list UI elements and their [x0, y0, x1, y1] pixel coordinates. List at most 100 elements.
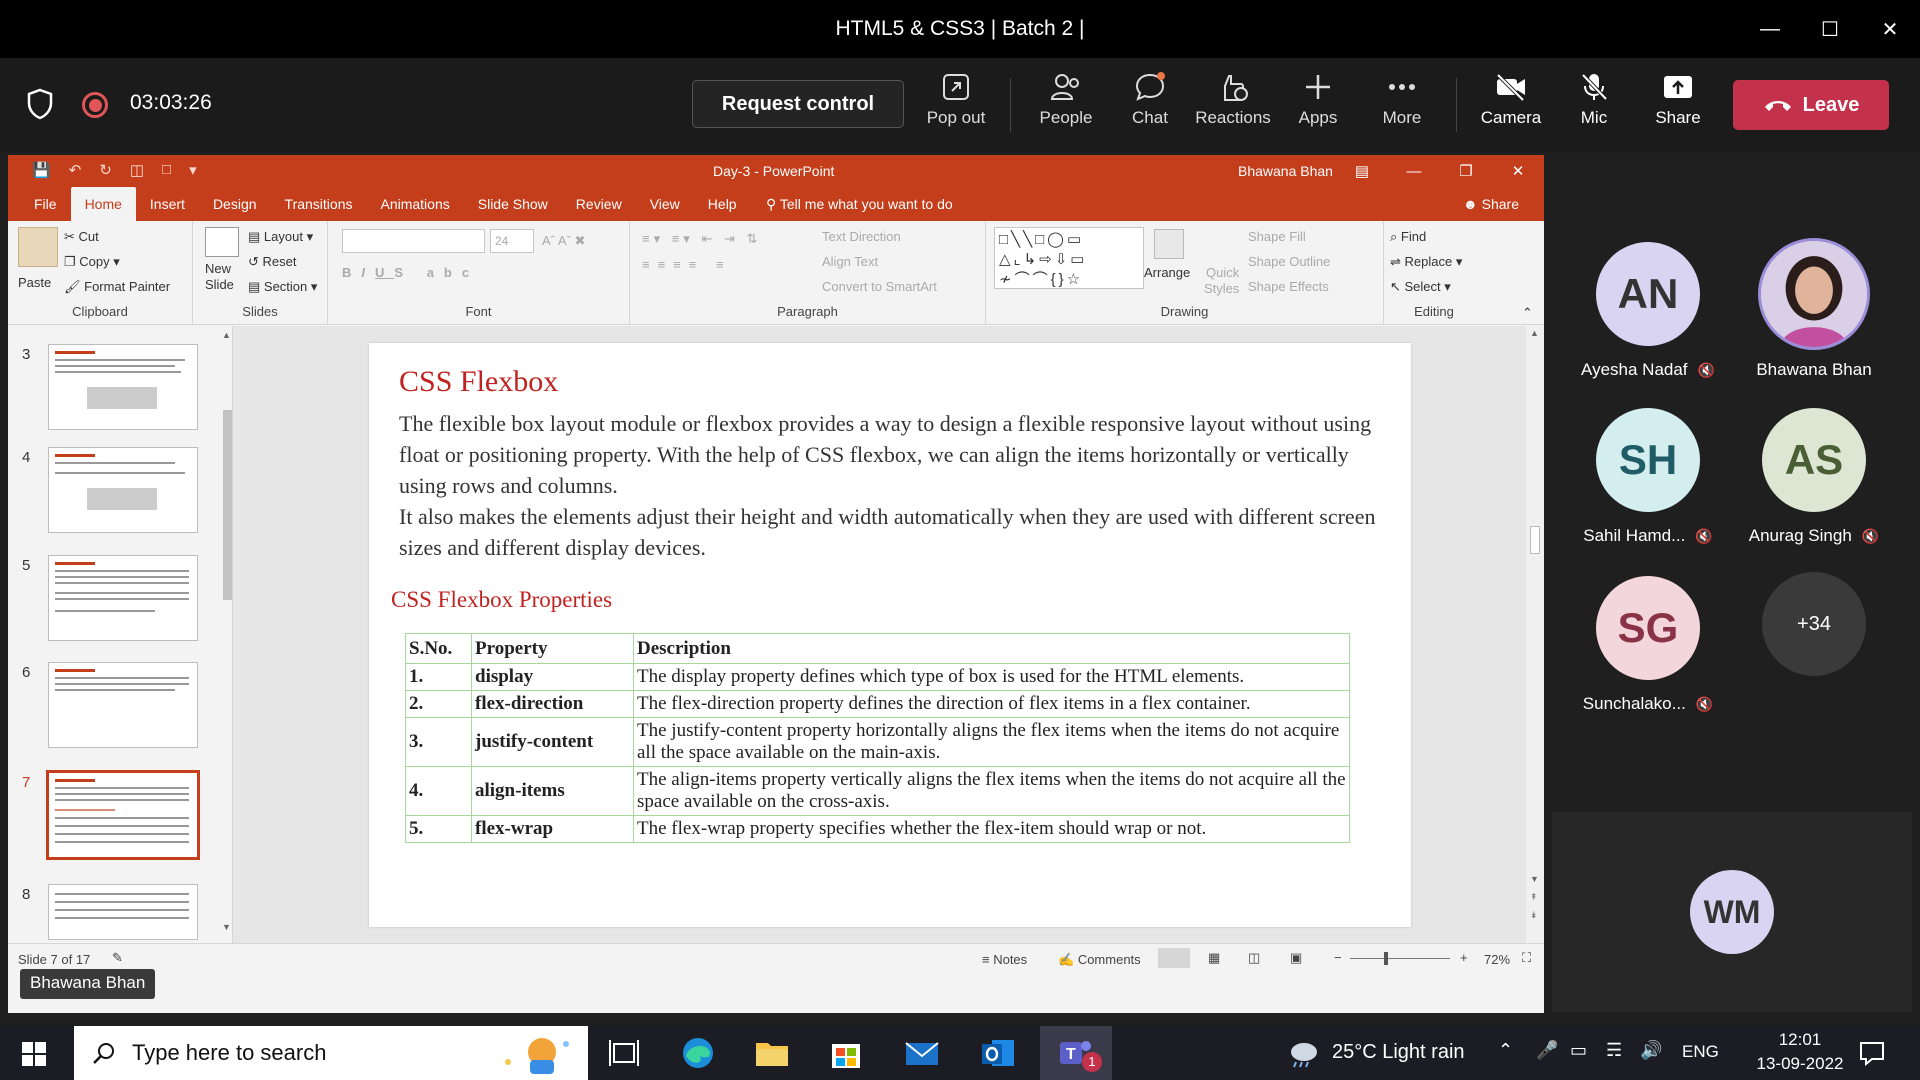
select-button[interactable]: ↖ Select ▾	[1390, 279, 1451, 295]
present-icon[interactable]: ◫	[130, 161, 144, 179]
comments-button[interactable]: ✍ Comments	[1058, 952, 1141, 968]
spellcheck-icon[interactable]: ✎	[112, 950, 123, 966]
list-icons[interactable]: ≡▾ ≡▾ ⇤ ⇥ ⇅	[642, 231, 761, 247]
font-size-input[interactable]: 24	[490, 229, 534, 253]
reset-button[interactable]: ↺ Reset	[248, 254, 296, 270]
mic-button[interactable]: Mic	[1554, 72, 1634, 142]
new-slide-label-2[interactable]: Slide	[205, 277, 234, 292]
slide-scrollbar[interactable]: ▲ ▼ ↟ ↡	[1526, 326, 1544, 943]
battery-icon[interactable]: ▭	[1570, 1040, 1587, 1061]
share-button[interactable]: Share	[1638, 72, 1718, 142]
more-participants-tile[interactable]: +34	[1756, 572, 1872, 676]
reading-view-icon[interactable]: ◫	[1248, 950, 1260, 966]
slide-thumbnail-8[interactable]	[48, 884, 198, 940]
slide-thumbnail-5[interactable]	[48, 555, 198, 641]
new-file-icon[interactable]: □	[162, 161, 171, 179]
participant-tile[interactable]: AN Ayesha Nadaf 🔇	[1581, 242, 1715, 380]
tab-file[interactable]: File	[20, 187, 71, 221]
arrange-icon[interactable]	[1154, 229, 1184, 259]
quick-styles-label-1[interactable]: Quick	[1206, 265, 1239, 280]
align-icons[interactable]: ≡≡≡≡ ≡	[642, 257, 732, 272]
taskbar-search-box[interactable]: Type here to search	[74, 1026, 588, 1080]
tab-slide-show[interactable]: Slide Show	[464, 187, 562, 221]
new-slide-label-1[interactable]: New	[205, 261, 231, 276]
shape-outline-button[interactable]: Shape Outline	[1248, 254, 1330, 269]
tab-insert[interactable]: Insert	[136, 187, 199, 221]
reactions-button[interactable]: Reactions	[1193, 72, 1273, 142]
edge-browser-icon[interactable]	[678, 1034, 718, 1072]
slide-sorter-icon[interactable]: ▦	[1208, 950, 1220, 966]
slide-thumbnail-7[interactable]	[46, 770, 200, 860]
pop-out-button[interactable]: Pop out	[916, 72, 996, 142]
clock-time[interactable]: 12:01	[1760, 1030, 1840, 1050]
ppt-share-button[interactable]: ☻ Share	[1463, 196, 1519, 212]
replace-button[interactable]: ⇌ Replace ▾	[1390, 254, 1462, 270]
paste-button[interactable]: Paste	[18, 275, 51, 290]
normal-view-icon[interactable]	[1158, 948, 1190, 968]
outlook-icon[interactable]	[978, 1034, 1018, 1072]
tab-view[interactable]: View	[636, 187, 694, 221]
zoom-slider-thumb[interactable]	[1384, 952, 1388, 965]
collapse-ribbon-icon[interactable]: ⌃	[1522, 305, 1533, 321]
tab-design[interactable]: Design	[199, 187, 271, 221]
clock-date[interactable]: 13-09-2022	[1748, 1054, 1852, 1074]
zoom-slider[interactable]	[1350, 958, 1450, 959]
leave-button[interactable]: Leave	[1733, 80, 1889, 130]
copy-button[interactable]: ❐ Copy ▾	[64, 254, 120, 270]
chat-button[interactable]: Chat	[1110, 72, 1190, 142]
slide-subtitle[interactable]: CSS Flexbox Properties	[391, 587, 612, 613]
section-button[interactable]: ▤ Section ▾	[248, 279, 317, 295]
save-icon[interactable]: 💾	[32, 161, 51, 179]
format-painter-button[interactable]: 🖌 Format Painter	[64, 279, 170, 295]
slide-thumbnail-3[interactable]	[48, 344, 198, 430]
participant-tile[interactable]: SG Sunchalako... 🔇	[1583, 576, 1713, 714]
customize-qat-icon[interactable]: ▾	[189, 161, 197, 179]
paste-icon[interactable]	[18, 227, 58, 267]
undo-icon[interactable]: ↶	[69, 161, 82, 179]
ppt-close-icon[interactable]: ✕	[1492, 155, 1544, 187]
convert-smartart-button[interactable]: Convert to SmartArt	[822, 279, 937, 294]
slide-thumbnail-6[interactable]	[48, 662, 198, 748]
layout-button[interactable]: ▤ Layout ▾	[248, 229, 313, 245]
thumbs-scrollbar[interactable]: ▲ ▼	[220, 330, 234, 935]
arrange-button[interactable]: Arrange	[1144, 265, 1190, 280]
request-control-button[interactable]: Request control	[692, 80, 904, 128]
slide-body[interactable]: The flexible box layout module or flexbo…	[399, 408, 1379, 563]
notifications-icon[interactable]	[1858, 1040, 1886, 1066]
language-indicator[interactable]: ENG	[1682, 1042, 1719, 1062]
apps-button[interactable]: Apps	[1278, 72, 1358, 142]
tab-animations[interactable]: Animations	[366, 187, 463, 221]
zoom-in-icon[interactable]: +	[1460, 950, 1468, 965]
microphone-icon[interactable]: 🎤	[1536, 1040, 1558, 1061]
tell-me-search[interactable]: ⚲ Tell me what you want to do	[766, 196, 953, 213]
quick-styles-label-2[interactable]: Styles	[1204, 281, 1239, 296]
people-button[interactable]: People	[1026, 72, 1106, 142]
find-button[interactable]: ⌕ Find	[1390, 229, 1426, 245]
tab-home[interactable]: Home	[70, 187, 136, 221]
ppt-user-name[interactable]: Bhawana Bhan	[1238, 163, 1333, 179]
participant-tile[interactable]: Bhawana Bhan	[1746, 238, 1882, 380]
tab-help[interactable]: Help	[694, 187, 751, 221]
cut-button[interactable]: ✂ Cut	[64, 229, 99, 245]
zoom-out-icon[interactable]: −	[1334, 950, 1342, 965]
shape-effects-button[interactable]: Shape Effects	[1248, 279, 1329, 294]
camera-button[interactable]: Camera	[1471, 72, 1551, 142]
wifi-icon[interactable]: ☴	[1606, 1040, 1622, 1061]
flexbox-properties-table[interactable]: S.No. Property Description 1. display Th…	[405, 633, 1350, 843]
font-format-icons[interactable]: BIUS abc	[342, 265, 479, 280]
font-name-input[interactable]	[342, 229, 485, 253]
close-icon[interactable]: ✕	[1860, 0, 1920, 58]
notes-button[interactable]: ≡ Notes	[982, 952, 1027, 967]
slide-title[interactable]: CSS Flexbox	[399, 365, 558, 399]
font-grow-shrink-icons[interactable]: Aˆ Aˇ ✖	[542, 233, 585, 249]
volume-icon[interactable]: 🔊	[1640, 1040, 1662, 1061]
align-text-button[interactable]: Align Text	[822, 254, 878, 269]
redo-icon[interactable]: ↻	[99, 161, 112, 179]
minimize-icon[interactable]: —	[1740, 0, 1800, 58]
mail-icon[interactable]	[902, 1034, 942, 1072]
participant-tile[interactable]: SH Sahil Hamd... 🔇	[1583, 408, 1713, 546]
tab-review[interactable]: Review	[562, 187, 636, 221]
shape-fill-button[interactable]: Shape Fill	[1248, 229, 1306, 244]
windows-start-icon[interactable]	[22, 1042, 46, 1066]
file-explorer-icon[interactable]	[752, 1034, 792, 1072]
